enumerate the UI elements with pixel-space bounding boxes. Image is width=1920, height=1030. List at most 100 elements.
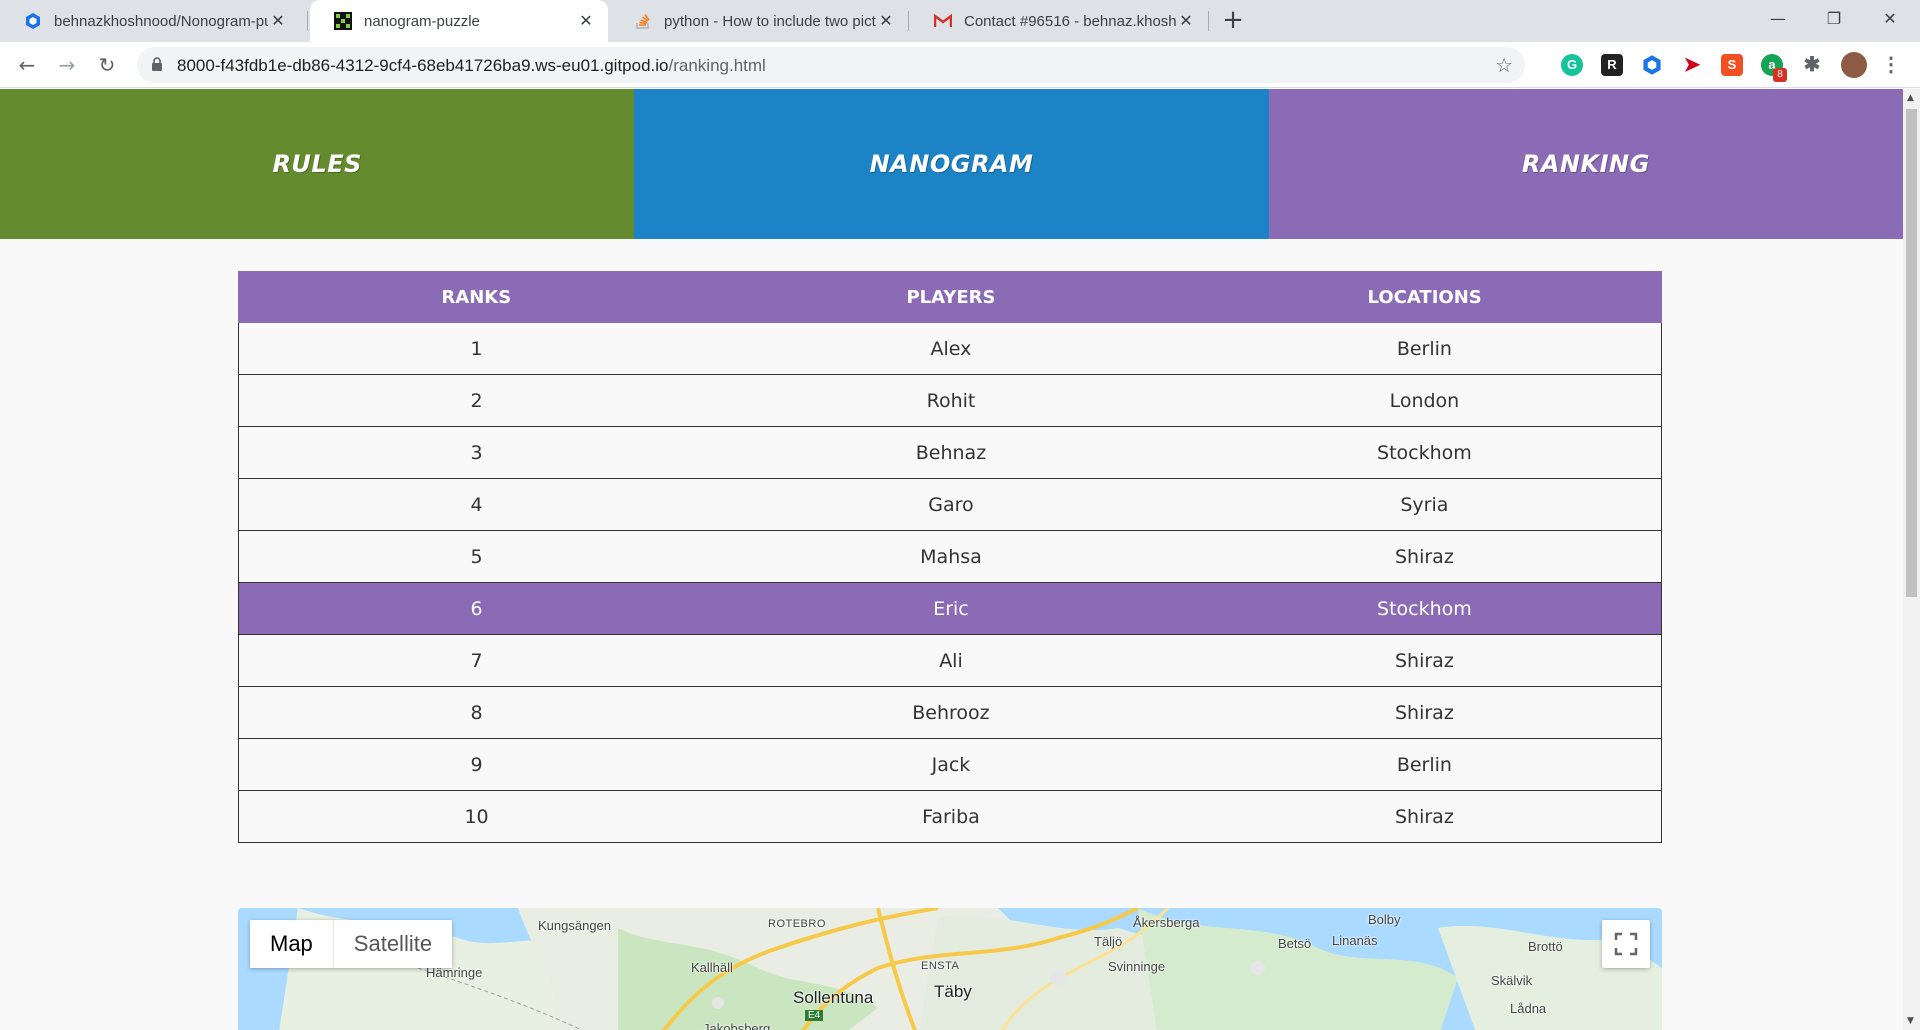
- avatar[interactable]: [1841, 52, 1867, 78]
- minimize-icon[interactable]: —: [1758, 4, 1798, 34]
- page-viewport: RULES NANOGRAM RANKING RANKS PLAYERS LOC…: [0, 89, 1903, 1030]
- tab-close-icon[interactable]: ✕: [1176, 11, 1196, 31]
- tab-separator: [908, 11, 909, 31]
- table-row: 4 Garo Syria: [238, 478, 1662, 531]
- extension-badge: 8: [1773, 68, 1787, 82]
- puzzle-favicon: [334, 12, 352, 30]
- gmail-icon: [934, 12, 952, 30]
- map-label: Kungsängen: [538, 918, 612, 933]
- browser-tab-active[interactable]: nanogram-puzzle ✕: [310, 0, 608, 42]
- rank-cell: 1: [238, 322, 715, 375]
- location-cell: London: [1187, 374, 1662, 427]
- tab-separator: [307, 11, 308, 31]
- player-cell: Ali: [714, 634, 1188, 687]
- rank-cell: 9: [238, 738, 715, 791]
- reload-icon[interactable]: ↻: [93, 51, 121, 79]
- tab-title: behnazkhoshnood/Nonogram-puzzle: [54, 12, 268, 30]
- scrollbar-thumb[interactable]: [1906, 109, 1917, 597]
- new-tab-plus-icon[interactable]: +: [1220, 7, 1246, 34]
- page-scrollbar[interactable]: ▲ ▼: [1903, 89, 1920, 1030]
- location-cell: Stockhom: [1187, 582, 1662, 635]
- browser-tab-strip: behnazkhoshnood/Nonogram-puzzle ✕ nanogr…: [0, 0, 1920, 42]
- bookmark-star-icon[interactable]: ☆: [1495, 53, 1513, 77]
- grammarly-icon[interactable]: G: [1561, 54, 1583, 76]
- lock-icon: [151, 57, 163, 76]
- menu-kebab-icon[interactable]: ⋮: [1880, 54, 1902, 76]
- main-navbar: RULES NANOGRAM RANKING: [0, 89, 1903, 239]
- restore-icon[interactable]: ❐: [1814, 4, 1854, 34]
- table-row: 9 Jack Berlin: [238, 738, 1662, 791]
- nav-nanogram[interactable]: NANOGRAM: [634, 89, 1269, 239]
- gitpod-icon: [24, 12, 42, 30]
- location-cell: Berlin: [1187, 738, 1662, 791]
- tab-close-icon[interactable]: ✕: [876, 11, 896, 31]
- map-label: ROTEBRO: [768, 918, 826, 930]
- map-label: Svinninge: [1108, 959, 1166, 974]
- ranking-table: RANKS PLAYERS LOCATIONS 1 Alex Berlin 2 Rohi…: [238, 271, 1662, 843]
- map-road-shield: E4: [805, 1010, 824, 1021]
- stackoverflow-icon: [634, 12, 652, 30]
- tab-close-icon[interactable]: ✕: [268, 11, 288, 31]
- table-row: 2 Rohit London: [238, 374, 1662, 427]
- location-cell: Syria: [1187, 478, 1662, 531]
- rank-cell: 7: [238, 634, 715, 687]
- player-cell: Alex: [714, 322, 1188, 375]
- browser-toolbar: ← → ↻ 8000-f43fdb1e-db86-4312-9cf4-68eb4…: [0, 42, 1920, 88]
- map-label: Åkersberga: [1133, 915, 1200, 930]
- gitpod-extension-icon[interactable]: [1641, 54, 1663, 76]
- nav-rules[interactable]: RULES: [0, 89, 635, 239]
- table-row: 10 Fariba Shiraz: [238, 790, 1662, 843]
- location-cell: Berlin: [1187, 322, 1662, 375]
- player-cell: Garo: [714, 478, 1188, 531]
- rank-cell: 4: [238, 478, 715, 531]
- table-header-row: RANKS PLAYERS LOCATIONS: [238, 271, 1662, 323]
- map-label: Linanäs: [1332, 933, 1378, 948]
- browser-tab[interactable]: Contact #96516 - behnaz.khoshnood ✕: [910, 0, 1208, 42]
- map-label: ENSTA: [921, 960, 960, 972]
- close-window-icon[interactable]: ✕: [1870, 4, 1910, 34]
- player-cell: Behrooz: [714, 686, 1188, 739]
- tab-close-icon[interactable]: ✕: [576, 11, 596, 31]
- map-label: Lådna: [1510, 1001, 1547, 1016]
- nav-ranking[interactable]: RANKING: [1268, 89, 1903, 239]
- map-label: Bolby: [1368, 912, 1401, 927]
- url-text: 8000-f43fdb1e-db86-4312-9cf4-68eb41726ba…: [177, 56, 766, 76]
- browser-tab[interactable]: python - How to include two pictures ✕: [610, 0, 908, 42]
- google-map[interactable]: Kungsängen ROTEBRO Åkersberga Bolby Tälj…: [238, 908, 1662, 1030]
- location-cell: Stockhom: [1187, 426, 1662, 479]
- scroll-down-arrow-icon[interactable]: ▼: [1907, 1016, 1914, 1026]
- map-label: Kallhäll: [691, 960, 733, 975]
- fullscreen-button[interactable]: [1602, 920, 1650, 968]
- header-players: PLAYERS: [713, 271, 1189, 323]
- address-bar[interactable]: 8000-f43fdb1e-db86-4312-9cf4-68eb41726ba…: [137, 47, 1525, 83]
- table-row: 3 Behnaz Stockhom: [238, 426, 1662, 479]
- rank-cell: 8: [238, 686, 715, 739]
- tab-title: python - How to include two pictures: [664, 12, 876, 30]
- header-locations: LOCATIONS: [1187, 271, 1662, 323]
- map-type-satellite-button[interactable]: Satellite: [333, 920, 453, 968]
- puzzle-extensions-icon[interactable]: ✱: [1801, 54, 1823, 76]
- player-cell: Jack: [714, 738, 1188, 791]
- orange-extension-icon[interactable]: S: [1721, 54, 1743, 76]
- map-label: Sollentuna: [793, 988, 874, 1007]
- back-arrow-icon[interactable]: ←: [13, 51, 41, 79]
- rank-cell: 10: [238, 790, 715, 843]
- header-ranks: RANKS: [238, 271, 715, 323]
- map-type-map-button[interactable]: Map: [250, 920, 334, 968]
- r-extension-icon[interactable]: R: [1601, 54, 1623, 76]
- map-label: Skälvik: [1491, 973, 1533, 988]
- browser-tab[interactable]: behnazkhoshnood/Nonogram-puzzle ✕: [0, 0, 300, 42]
- forward-arrow-icon[interactable]: →: [53, 51, 81, 79]
- tab-separator: [1208, 11, 1209, 31]
- player-cell: Rohit: [714, 374, 1188, 427]
- table-row: 7 Ali Shiraz: [238, 634, 1662, 687]
- map-type-control: Map Satellite: [250, 920, 453, 968]
- ranking-table-body: 1 Alex Berlin 2 Rohit London 3 Behnaz Stockhom 4 G…: [238, 322, 1662, 843]
- rank-cell: 5: [238, 530, 715, 583]
- table-row: 1 Alex Berlin: [238, 322, 1662, 375]
- scroll-up-arrow-icon[interactable]: ▲: [1907, 93, 1914, 103]
- player-cell: Eric: [714, 582, 1188, 635]
- table-row: 6 Eric Stockhom: [238, 582, 1662, 635]
- rank-cell: 6: [238, 582, 715, 635]
- red-arrow-extension-icon[interactable]: ➤: [1681, 54, 1703, 76]
